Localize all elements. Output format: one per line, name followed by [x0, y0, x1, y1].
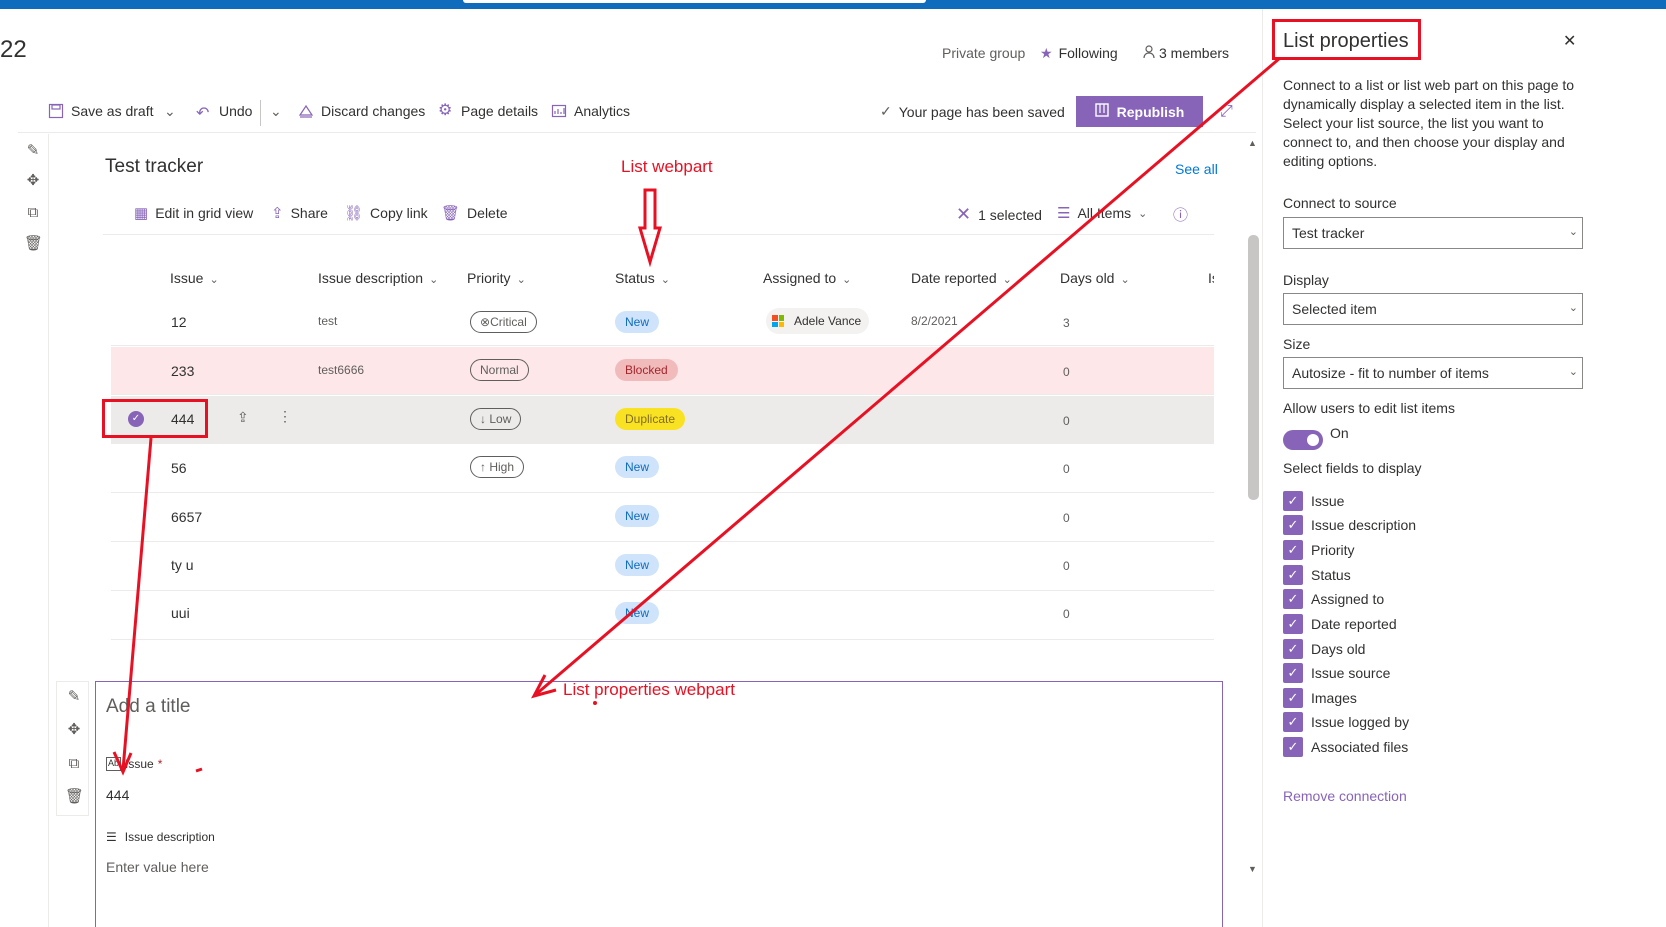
annotation-arrows	[112, 56, 1281, 776]
annotation-arrow-diagonal	[531, 56, 1281, 699]
annotation-arrow-down	[637, 188, 663, 268]
annotation-arrow-selected	[112, 437, 153, 776]
